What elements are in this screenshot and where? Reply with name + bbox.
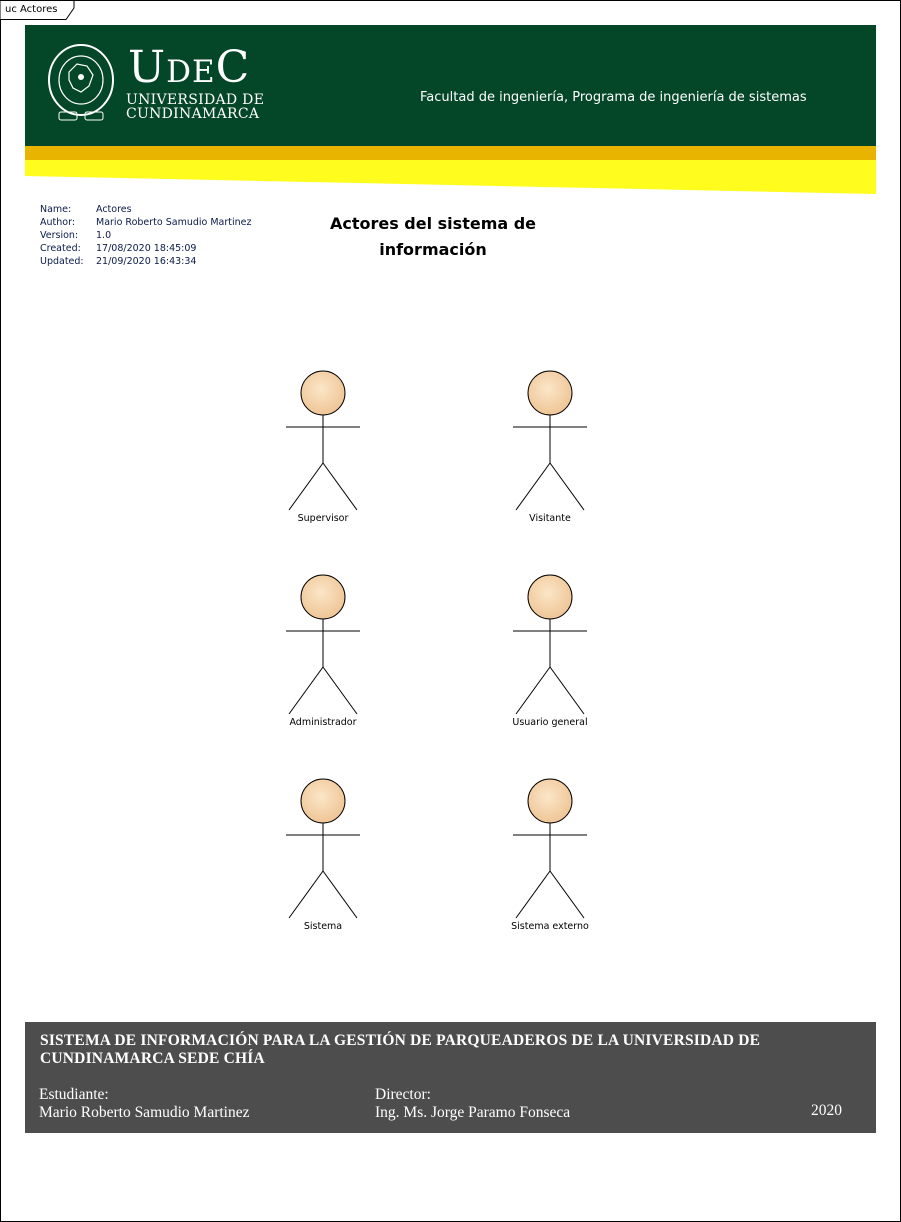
diagram-metadata: Name: Actores Author: Mario Roberto Samudi… bbox=[40, 203, 252, 268]
faculty-text: Facultad de ingeniería, Programa de inge… bbox=[420, 90, 807, 105]
header-gold-strip bbox=[25, 146, 876, 160]
actor-figure-icon bbox=[513, 370, 587, 511]
actor-label: Administrador bbox=[289, 717, 357, 728]
actor-figure-icon bbox=[513, 574, 587, 715]
university-seal-icon bbox=[48, 44, 114, 121]
meta-row: Author: Mario Roberto Samudio Martinez bbox=[40, 217, 252, 228]
student-label: Estudiante: bbox=[39, 1086, 109, 1103]
footer-panel: SISTEMA DE INFORMACIÓN PARA LA GESTIÓN D… bbox=[25, 1022, 876, 1133]
actor-figure-icon bbox=[286, 574, 360, 715]
diagram-title: Actores del sistema de información bbox=[329, 214, 537, 259]
meta-row: Updated: 21/09/2020 16:43:34 bbox=[40, 256, 197, 267]
meta-row: Version: 1.0 bbox=[40, 230, 112, 241]
project-title: SISTEMA DE INFORMACIÓN PARA LA GESTIÓN D… bbox=[40, 1032, 761, 1067]
meta-row: Created: 17/08/2020 18:45:09 bbox=[40, 243, 197, 254]
actor-sistema[interactable]: Sistema bbox=[248, 778, 398, 938]
actor-sistema-externo[interactable]: Sistema externo bbox=[475, 778, 625, 938]
year: 2020 bbox=[811, 1102, 842, 1119]
logo-line-2: CUNDINAMARCA bbox=[126, 106, 260, 122]
actor-figure-icon bbox=[286, 778, 360, 919]
actor-visitante[interactable]: Visitante bbox=[475, 370, 625, 530]
actor-label: Sistema externo bbox=[511, 921, 589, 932]
director-label: Director: bbox=[375, 1086, 431, 1103]
actor-usuario-general[interactable]: Usuario general bbox=[475, 574, 625, 734]
director-name: Ing. Ms. Jorge Paramo Fonseca bbox=[375, 1104, 571, 1121]
actor-supervisor[interactable]: Supervisor bbox=[248, 370, 398, 530]
student-name: Mario Roberto Samudio Martinez bbox=[39, 1104, 250, 1121]
actor-figure-icon bbox=[513, 778, 587, 919]
header-yellow-wedge bbox=[25, 160, 876, 194]
meta-row: Name: Actores bbox=[40, 204, 132, 215]
logo-wordmark: UDEC bbox=[128, 42, 251, 93]
actor-administrador[interactable]: Administrador bbox=[248, 574, 398, 734]
diagram-tab-label: uc Actores bbox=[5, 4, 58, 15]
actor-label: Usuario general bbox=[512, 717, 588, 728]
actor-label: Sistema bbox=[303, 921, 343, 932]
actor-label: Supervisor bbox=[297, 513, 349, 524]
actor-label: Visitante bbox=[529, 513, 571, 524]
actor-figure-icon bbox=[286, 370, 360, 511]
